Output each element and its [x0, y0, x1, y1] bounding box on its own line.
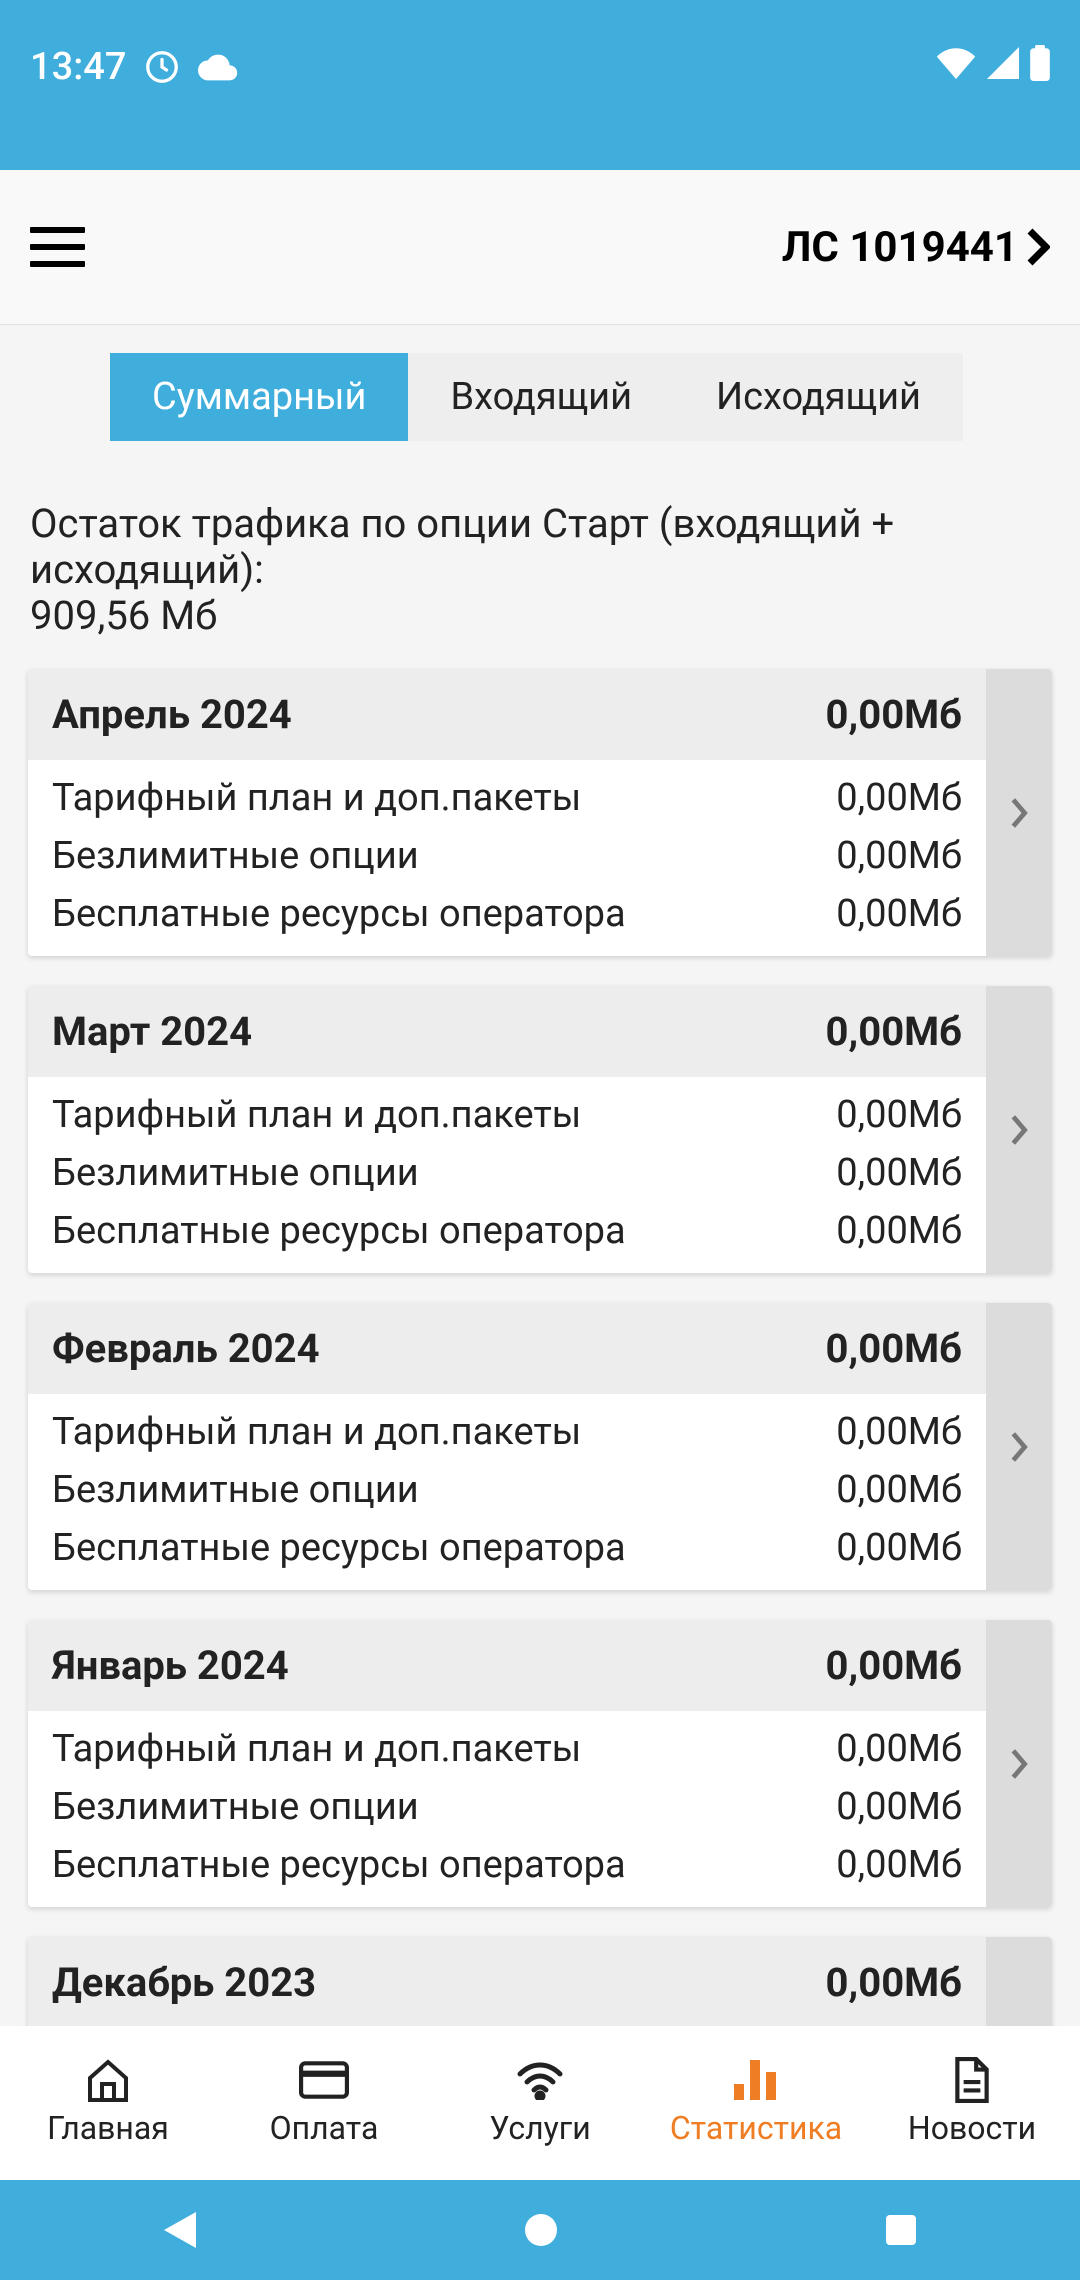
usage-row-unlimited: Безлимитные опции 0,00Мб — [52, 1468, 962, 1512]
battery-icon — [1030, 45, 1050, 81]
usage-row-free: Бесплатные ресурсы оператора 0,00Мб — [52, 1209, 962, 1253]
cloud-icon — [198, 52, 238, 82]
card-icon — [299, 2059, 349, 2101]
status-time: 13:47 — [30, 45, 126, 89]
monthly-usage-card[interactable]: Февраль 2024 0,00Мб Тарифный план и доп.… — [28, 1303, 1052, 1590]
usage-row-unlimited: Безлимитные опции 0,00Мб — [52, 834, 962, 878]
wifi-icon — [936, 47, 976, 79]
row-value: 0,00Мб — [836, 1209, 962, 1253]
nav-home[interactable]: Главная — [0, 2026, 216, 2180]
row-value: 0,00Мб — [836, 1093, 962, 1137]
nav-payment[interactable]: Оплата — [216, 2026, 432, 2180]
status-right-icons — [936, 45, 1050, 81]
wifi-services-icon — [515, 2059, 565, 2101]
row-value: 0,00Мб — [836, 1468, 962, 1512]
usage-row-tariff: Тарифный план и доп.пакеты 0,00Мб — [52, 1093, 962, 1137]
chevron-right-icon — [1009, 796, 1029, 830]
row-value: 0,00Мб — [836, 776, 962, 820]
account-label: ЛС 1019441 — [782, 223, 1018, 272]
chevron-right-icon — [1009, 1747, 1029, 1781]
sync-icon — [144, 49, 180, 85]
row-label: Бесплатные ресурсы оператора — [52, 1843, 626, 1887]
nav-news-label: Новости — [908, 2109, 1036, 2147]
usage-row-tariff: Тарифный план и доп.пакеты 0,00Мб — [52, 1727, 962, 1771]
row-label: Безлимитные опции — [52, 1468, 419, 1512]
nav-services[interactable]: Услуги — [432, 2026, 648, 2180]
sys-back-button[interactable] — [164, 2212, 196, 2248]
bottom-nav: Главная Оплата Услуги Статистика Новости — [0, 2026, 1080, 2180]
row-label: Безлимитные опции — [52, 1151, 419, 1195]
row-value: 0,00Мб — [836, 1727, 962, 1771]
stats-icon — [731, 2059, 781, 2101]
nav-services-label: Услуги — [489, 2109, 590, 2147]
nav-payment-label: Оплата — [270, 2109, 379, 2147]
row-value: 0,00Мб — [836, 834, 962, 878]
usage-row-free: Бесплатные ресурсы оператора 0,00Мб — [52, 1843, 962, 1887]
row-label: Тарифный план и доп.пакеты — [52, 776, 581, 820]
row-value: 0,00Мб — [836, 1785, 962, 1829]
tab-incoming[interactable]: Входящий — [408, 353, 674, 441]
month-total: 0,00Мб — [825, 1959, 962, 2006]
row-label: Бесплатные ресурсы оператора — [52, 1526, 626, 1570]
usage-row-tariff: Тарифный план и доп.пакеты 0,00Мб — [52, 776, 962, 820]
tab-summary[interactable]: Суммарный — [110, 353, 408, 441]
row-label: Бесплатные ресурсы оператора — [52, 1209, 626, 1253]
chevron-right-icon — [1009, 1113, 1029, 1147]
month-total: 0,00Мб — [825, 691, 962, 738]
nav-home-label: Главная — [47, 2109, 169, 2147]
monthly-usage-card[interactable]: Март 2024 0,00Мб Тарифный план и доп.пак… — [28, 986, 1052, 1273]
monthly-usage-card[interactable]: Апрель 2024 0,00Мб Тарифный план и доп.п… — [28, 669, 1052, 956]
month-title: Февраль 2024 — [52, 1325, 320, 1372]
row-label: Тарифный план и доп.пакеты — [52, 1093, 581, 1137]
row-value: 0,00Мб — [836, 1526, 962, 1570]
remaining-traffic-value: 909,56 Мб — [30, 593, 1050, 639]
menu-button[interactable] — [30, 227, 85, 267]
usage-row-unlimited: Безлимитные опции 0,00Мб — [52, 1151, 962, 1195]
row-value: 0,00Мб — [836, 1151, 962, 1195]
nav-news[interactable]: Новости — [864, 2026, 1080, 2180]
row-label: Безлимитные опции — [52, 1785, 419, 1829]
month-title: Декабрь 2023 — [52, 1959, 316, 2006]
row-label: Тарифный план и доп.пакеты — [52, 1727, 581, 1771]
nav-stats[interactable]: Статистика — [648, 2026, 864, 2180]
row-label: Тарифный план и доп.пакеты — [52, 1410, 581, 1454]
chevron-right-icon — [1009, 1430, 1029, 1464]
month-title: Апрель 2024 — [52, 691, 292, 738]
sys-home-button[interactable] — [525, 2214, 557, 2246]
chevron-right-icon — [1026, 227, 1050, 267]
monthly-usage-list: Апрель 2024 0,00Мб Тарифный план и доп.п… — [0, 669, 1080, 2224]
row-value: 0,00Мб — [836, 892, 962, 936]
sys-recent-button[interactable] — [886, 2215, 916, 2245]
tab-outgoing[interactable]: Исходящий — [674, 353, 963, 441]
month-total: 0,00Мб — [825, 1642, 962, 1689]
row-value: 0,00Мб — [836, 1843, 962, 1887]
usage-row-free: Бесплатные ресурсы оператора 0,00Мб — [52, 1526, 962, 1570]
card-expand-button[interactable] — [986, 669, 1052, 956]
month-total: 0,00Мб — [825, 1008, 962, 1055]
status-bar: 13:47 — [0, 0, 1080, 170]
row-label: Безлимитные опции — [52, 834, 419, 878]
month-title: Январь 2024 — [52, 1642, 289, 1689]
usage-row-unlimited: Безлимитные опции 0,00Мб — [52, 1785, 962, 1829]
row-label: Бесплатные ресурсы оператора — [52, 892, 626, 936]
monthly-usage-card[interactable]: Январь 2024 0,00Мб Тарифный план и доп.п… — [28, 1620, 1052, 1907]
month-title: Март 2024 — [52, 1008, 252, 1055]
app-header: ЛС 1019441 — [0, 170, 1080, 325]
system-nav — [0, 2180, 1080, 2280]
news-icon — [947, 2059, 997, 2101]
home-icon — [83, 2059, 133, 2101]
card-expand-button[interactable] — [986, 1620, 1052, 1907]
traffic-direction-tabs: Суммарный Входящий Исходящий — [110, 353, 1080, 441]
month-total: 0,00Мб — [825, 1325, 962, 1372]
remaining-traffic-info: Остаток трафика по опции Старт (входящий… — [0, 441, 1080, 669]
usage-row-free: Бесплатные ресурсы оператора 0,00Мб — [52, 892, 962, 936]
account-selector[interactable]: ЛС 1019441 — [782, 223, 1050, 272]
usage-row-tariff: Тарифный план и доп.пакеты 0,00Мб — [52, 1410, 962, 1454]
nav-stats-label: Статистика — [670, 2109, 842, 2147]
remaining-traffic-label: Остаток трафика по опции Старт (входящий… — [30, 501, 1050, 593]
signal-icon — [986, 47, 1020, 79]
card-expand-button[interactable] — [986, 986, 1052, 1273]
row-value: 0,00Мб — [836, 1410, 962, 1454]
card-expand-button[interactable] — [986, 1303, 1052, 1590]
